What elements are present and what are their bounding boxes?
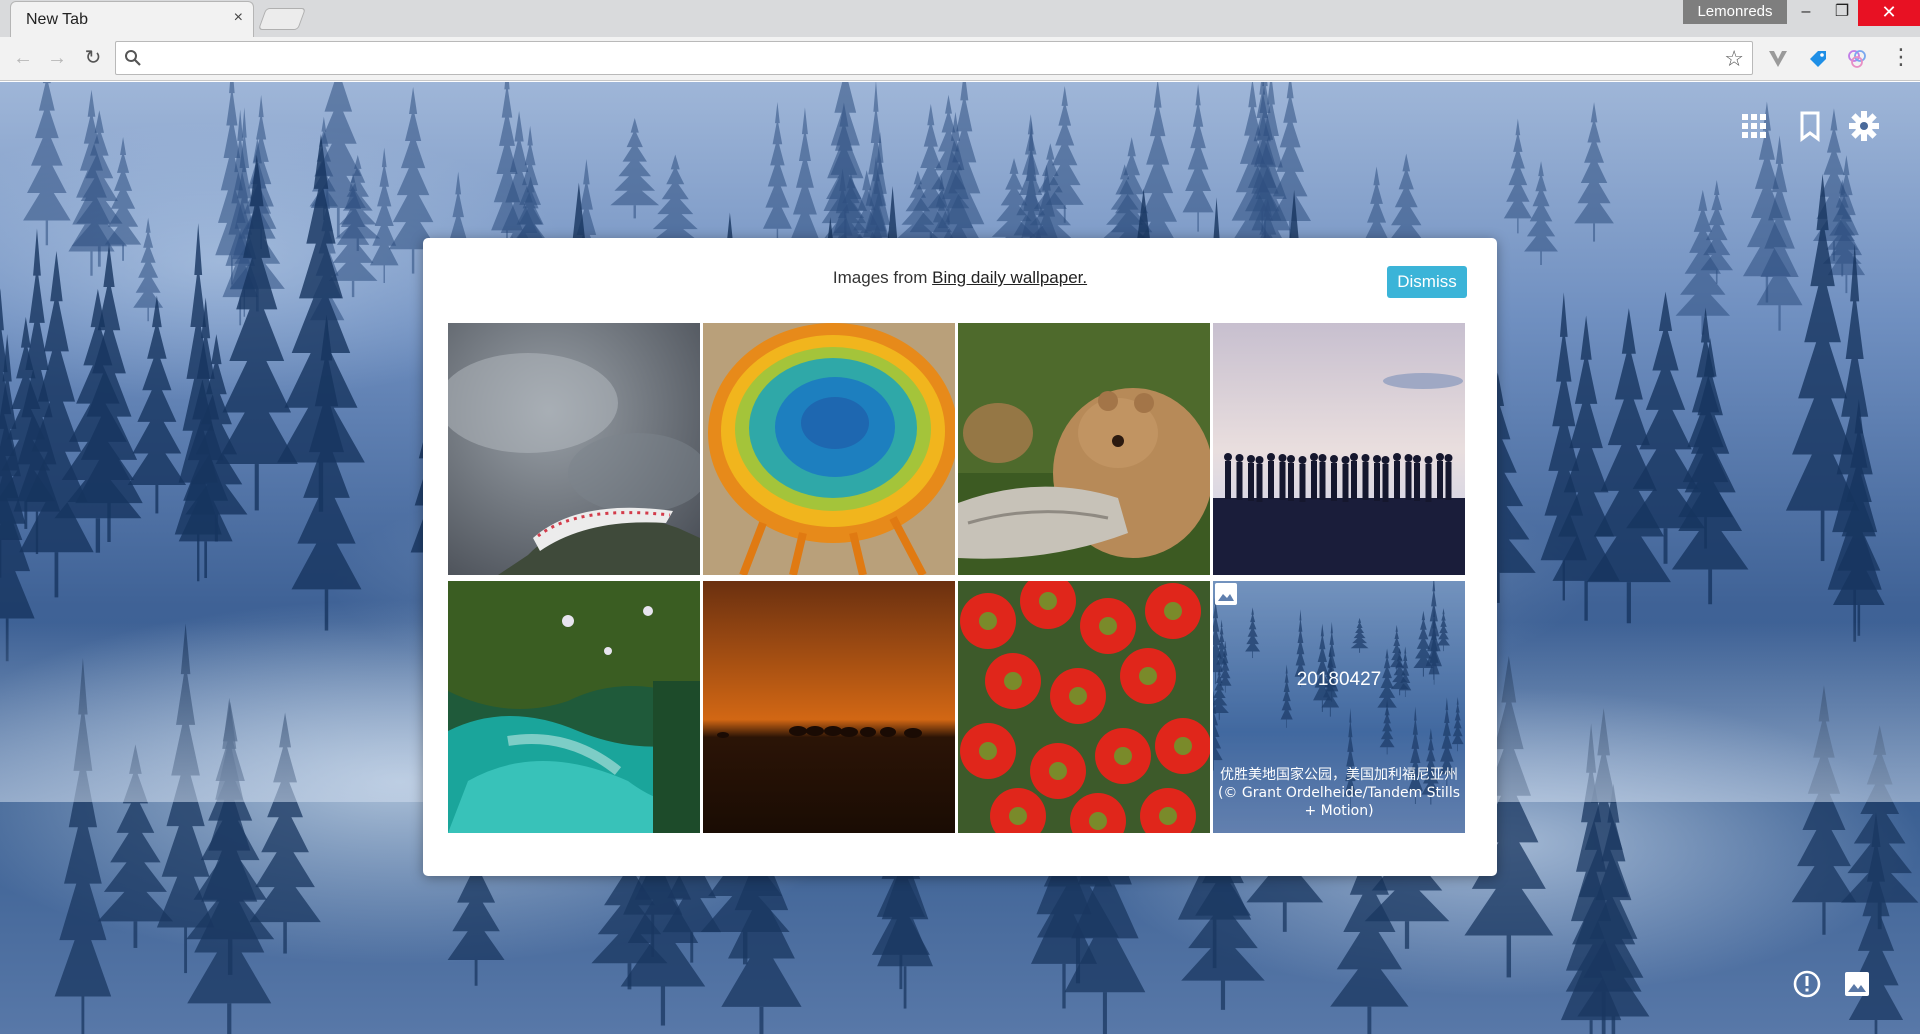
close-window-button[interactable]: ✕ [1858, 0, 1920, 26]
dismiss-button[interactable]: Dismiss [1387, 266, 1467, 298]
wallpaper-caption: 优胜美地国家公园，美国加利福尼亚州 (© Grant Ordelheide/Ta… [1217, 767, 1461, 819]
v-icon[interactable] [1766, 47, 1790, 71]
rings-icon[interactable] [1845, 47, 1869, 71]
wallpaper-thumbnail [958, 323, 1210, 575]
apps-icon[interactable] [1738, 110, 1770, 142]
search-icon [125, 50, 141, 66]
wallpaper-thumbnail [703, 581, 955, 833]
browser-toolbar: ← → ↻ ☆ ⋮ [0, 37, 1920, 81]
forward-button[interactable]: → [44, 46, 70, 72]
bookmark-icon[interactable] [1794, 110, 1826, 142]
wallpaper-thumbnail [448, 323, 700, 575]
tag-icon[interactable] [1806, 47, 1830, 71]
bookmark-star-icon[interactable]: ☆ [1724, 46, 1744, 72]
reload-button[interactable]: ↻ [80, 46, 106, 72]
wallpaper-tile-current[interactable]: 20180427 优胜美地国家公园，美国加利福尼亚州 (© Grant Orde… [1213, 581, 1465, 833]
wallpaper-tile[interactable] [958, 323, 1210, 575]
wallpaper-thumbnail [703, 323, 955, 575]
address-input[interactable] [150, 47, 1710, 69]
wallpaper-tile[interactable] [448, 581, 700, 833]
new-tab-page: Images from Bing daily wallpaper. Dismis… [0, 82, 1920, 1034]
browser-menu-button[interactable]: ⋮ [1890, 46, 1912, 72]
new-tab-button[interactable] [257, 8, 307, 30]
wallpaper-picker-panel: Images from Bing daily wallpaper. Dismis… [423, 238, 1497, 876]
wallpaper-tile[interactable] [1213, 323, 1465, 575]
panel-heading: Images from Bing daily wallpaper. [423, 268, 1497, 288]
gear-icon[interactable] [1848, 110, 1880, 142]
wallpaper-thumbnail [1213, 323, 1465, 575]
wallpaper-grid: 20180427 优胜美地国家公园，美国加利福尼亚州 (© Grant Orde… [448, 323, 1468, 834]
close-tab-icon[interactable]: × [234, 9, 243, 27]
wallpaper-tile[interactable] [958, 581, 1210, 833]
wallpaper-thumbnail [448, 581, 700, 833]
wallpaper-tile[interactable] [703, 323, 955, 575]
wallpaper-date: 20180427 [1296, 669, 1382, 690]
wallpaper-icon[interactable] [1842, 969, 1872, 999]
bing-wallpaper-link[interactable]: Bing daily wallpaper. [932, 268, 1087, 287]
set-wallpaper-icon[interactable] [1213, 581, 1239, 607]
wallpaper-tile[interactable] [703, 581, 955, 833]
back-button[interactable]: ← [10, 46, 36, 72]
wallpaper-tile[interactable] [448, 323, 700, 575]
info-icon[interactable] [1792, 969, 1822, 999]
tab-new-tab[interactable]: New Tab × [10, 1, 254, 37]
wallpaper-thumbnail [958, 581, 1210, 833]
heading-text: Images from [832, 268, 933, 287]
address-bar[interactable]: ☆ [115, 41, 1753, 75]
profile-button[interactable]: Lemonreds [1683, 0, 1787, 24]
tab-title: New Tab [26, 11, 88, 28]
title-bar: New Tab × Lemonreds – ❐ ✕ [0, 0, 1920, 37]
